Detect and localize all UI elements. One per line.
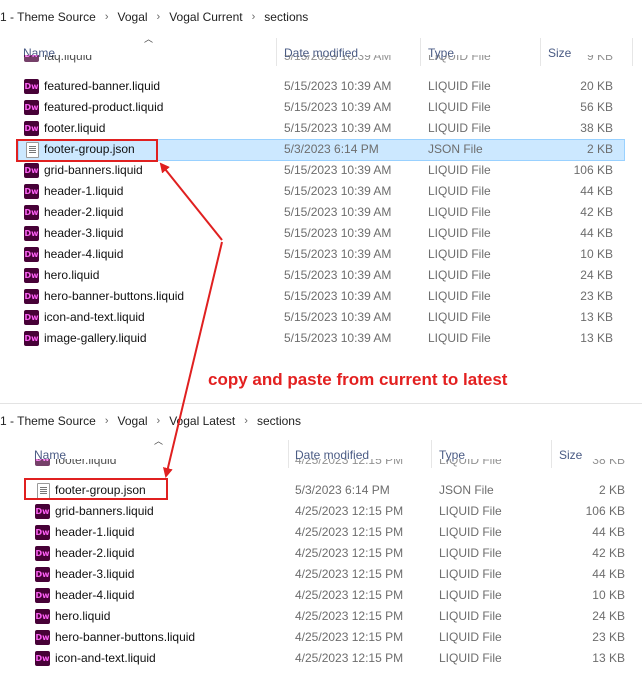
copy-arrows (159, 162, 223, 478)
arrow-to-target (162, 241, 223, 478)
arrow-to-source (159, 162, 223, 241)
